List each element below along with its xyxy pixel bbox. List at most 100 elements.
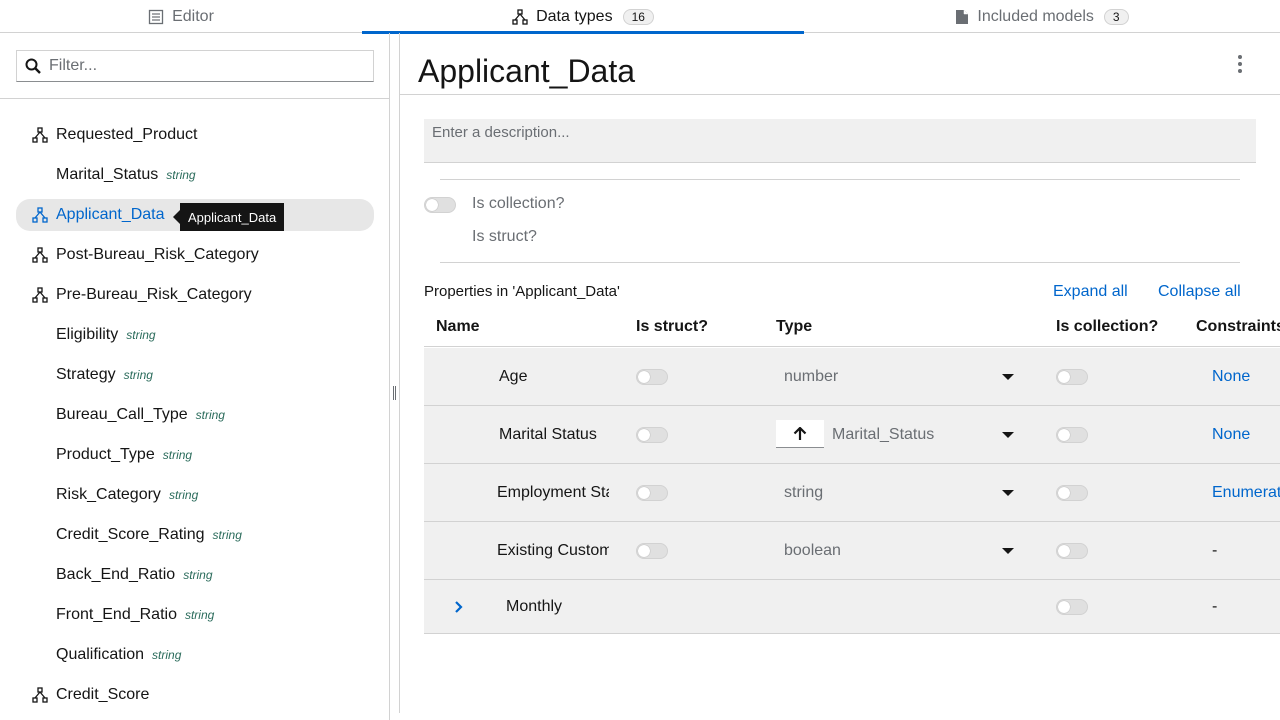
type-tag: string — [126, 328, 156, 342]
type-tag: string — [195, 408, 225, 422]
constraints-link[interactable]: Enumeration — [1212, 464, 1280, 521]
filter-box — [16, 50, 374, 82]
constraints-link[interactable]: None — [1212, 348, 1250, 405]
type-tag: string — [123, 368, 153, 382]
go-to-type-button[interactable] — [776, 420, 824, 448]
is-struct-toggle[interactable] — [636, 426, 668, 443]
tab-included-models-label: Included models — [977, 7, 1094, 25]
property-name[interactable]: Monthly — [506, 580, 618, 633]
is-struct-toggle[interactable] — [636, 368, 668, 385]
tree-item-label: Back_End_Ratio — [56, 566, 176, 583]
tree-item-back-end-ratio[interactable]: Back_End_Ratio string — [16, 555, 374, 595]
struct-icon — [32, 287, 48, 303]
data-types-tree: Requested_Product Marital_Status string … — [16, 115, 374, 715]
property-type-select[interactable]: string — [784, 464, 823, 521]
filter-input[interactable] — [49, 57, 349, 75]
is-struct-toggle[interactable] — [636, 542, 668, 559]
chevron-down-icon[interactable] — [1002, 490, 1014, 496]
properties-table-header: Name Is struct? Type Is collection? Cons… — [424, 309, 1280, 347]
constraints-link[interactable]: None — [1212, 406, 1250, 463]
property-name[interactable]: Age — [499, 348, 611, 405]
tree-item-credit-score-rating[interactable]: Credit_Score_Rating string — [16, 515, 374, 555]
tree-item-requested-product[interactable]: Requested_Product — [16, 115, 374, 155]
tree-item-label: Front_End_Ratio — [56, 606, 177, 623]
chevron-down-icon[interactable] — [1002, 432, 1014, 438]
search-icon — [25, 58, 41, 74]
struct-icon — [32, 207, 48, 223]
collapse-all-button[interactable]: Collapse all — [1158, 283, 1241, 301]
column-header-is-struct: Is struct? — [636, 318, 709, 335]
page-title: Applicant_Data — [418, 53, 636, 89]
expand-all-button[interactable]: Expand all — [1053, 283, 1128, 301]
is-collection-toggle[interactable] — [424, 197, 456, 213]
properties-table-body: Age number None Marital Status Marital_S… — [424, 348, 1280, 634]
is-collection-toggle[interactable] — [1056, 368, 1088, 385]
divider — [440, 262, 1240, 263]
tree-item-label: Strategy — [56, 366, 116, 383]
chevron-down-icon[interactable] — [1002, 548, 1014, 554]
tree-item-product-type[interactable]: Product_Type string — [16, 435, 374, 475]
editor-icon — [148, 9, 164, 24]
tooltip: Applicant_Data — [172, 203, 285, 231]
expand-row-button[interactable] — [454, 580, 464, 633]
type-tag: string — [162, 448, 193, 462]
tab-editor[interactable]: Editor — [0, 0, 362, 33]
column-header-constraints: Constraints — [1196, 318, 1280, 335]
tree-item-label: Post-Bureau_Risk_Category — [56, 246, 259, 263]
tree-item-credit-score[interactable]: Credit_Score — [16, 675, 374, 715]
properties-title: Properties in 'Applicant_Data' — [424, 283, 620, 300]
property-type-select[interactable]: boolean — [784, 522, 841, 579]
description-field[interactable] — [424, 119, 1256, 163]
tree-item-post-bureau-risk-category[interactable]: Post-Bureau_Risk_Category — [16, 235, 374, 275]
constraints-value: - — [1212, 597, 1218, 615]
tree-item-eligibility[interactable]: Eligibility string — [16, 315, 374, 355]
type-tag: string — [183, 568, 213, 582]
property-type-select[interactable]: Marital_Status — [832, 406, 934, 463]
tree-item-strategy[interactable]: Strategy string — [16, 355, 374, 395]
property-name[interactable]: Existing Customer — [497, 522, 609, 579]
tree-item-bureau-call-type[interactable]: Bureau_Call_Type string — [16, 395, 374, 435]
tree-item-label: Eligibility — [56, 326, 119, 343]
constraints-value: - — [1212, 541, 1218, 559]
included-models-count-badge: 3 — [1103, 8, 1129, 25]
is-collection-toggle[interactable] — [1056, 484, 1088, 501]
struct-icon — [32, 247, 48, 263]
struct-icon — [32, 687, 48, 703]
column-header-type: Type — [776, 318, 813, 335]
tab-included-models[interactable]: Included models 3 — [804, 0, 1280, 33]
tree-item-qualification[interactable]: Qualification string — [16, 635, 374, 675]
table-row: Age number None — [424, 348, 1280, 406]
tab-data-types[interactable]: Data types 16 — [362, 0, 804, 34]
tree-item-applicant-data[interactable]: Applicant_Data Applicant_Data — [16, 195, 374, 235]
chevron-down-icon[interactable] — [1002, 374, 1014, 380]
pane-resize-handle[interactable] — [393, 386, 396, 400]
type-tag: string — [212, 528, 242, 542]
column-header-is-collection: Is collection? — [1056, 318, 1159, 335]
tree-item-risk-category[interactable]: Risk_Category string — [16, 475, 374, 515]
tree-item-label: Credit_Score_Rating — [56, 526, 205, 543]
tree-item-label: Marital_Status — [56, 166, 159, 183]
tree-item-pre-bureau-risk-category[interactable]: Pre-Bureau_Risk_Category — [16, 275, 374, 315]
tree-item-label: Risk_Category — [56, 486, 161, 503]
kebab-menu-icon[interactable] — [1236, 53, 1244, 75]
table-row: Existing Customer boolean - — [424, 522, 1280, 580]
tree-item-marital-status[interactable]: Marital_Status string — [16, 155, 374, 195]
is-struct-toggle[interactable] — [636, 484, 668, 501]
tree-item-front-end-ratio[interactable]: Front_End_Ratio string — [16, 595, 374, 635]
is-struct-label: Is struct? — [472, 228, 537, 245]
is-collection-toggle[interactable] — [1056, 542, 1088, 559]
file-icon — [956, 9, 969, 24]
tree-item-label: Credit_Score — [56, 686, 150, 703]
type-tag: string — [152, 648, 182, 662]
type-tag: string — [184, 608, 215, 622]
chevron-right-icon — [455, 600, 463, 613]
is-collection-toggle[interactable] — [1056, 598, 1088, 615]
divider — [440, 179, 1240, 180]
column-header-name: Name — [436, 318, 480, 335]
tree-item-label: Requested_Product — [56, 126, 198, 143]
property-name[interactable]: Employment Status — [497, 464, 609, 521]
property-name[interactable]: Marital Status — [499, 406, 611, 463]
property-type-select[interactable]: number — [784, 348, 838, 405]
is-collection-toggle[interactable] — [1056, 426, 1088, 443]
tab-bar: Editor Data types 16 Included models 3 — [0, 0, 1280, 34]
